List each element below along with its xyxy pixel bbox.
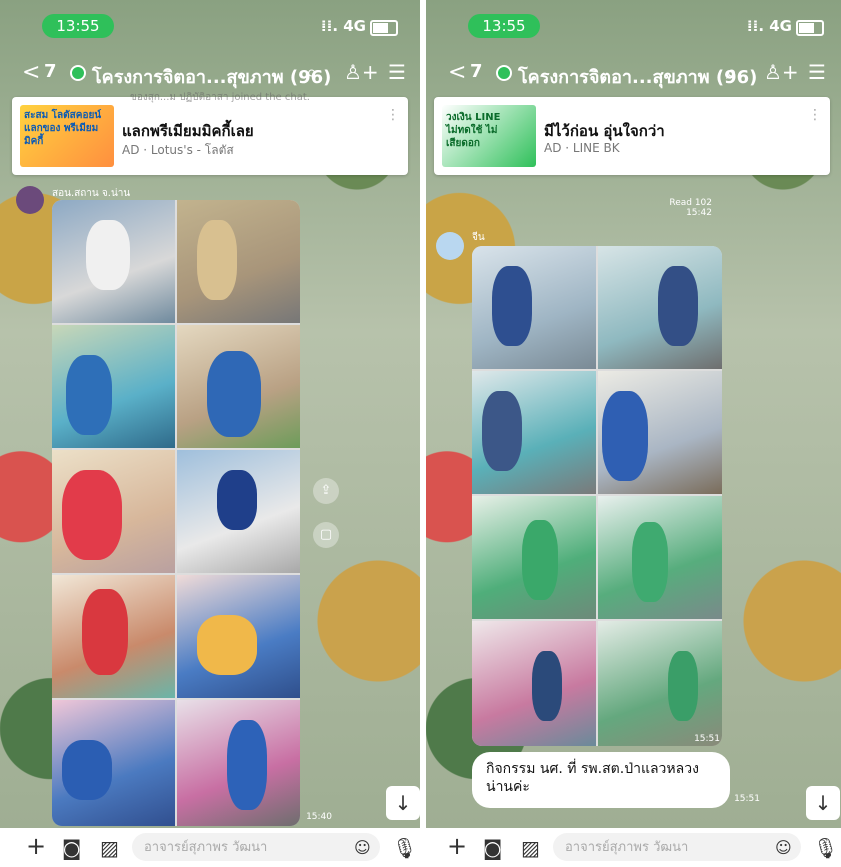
photo-2[interactable] bbox=[598, 246, 722, 369]
chat-header: < 7 โครงการจิตอา...สุขภาพ (96) ⌕ ♙+ ☰ bbox=[0, 58, 420, 90]
more-options-icon[interactable]: ⋮ bbox=[386, 107, 400, 123]
group-icon bbox=[496, 65, 512, 81]
photo-9[interactable] bbox=[52, 700, 175, 826]
photo-8[interactable] bbox=[177, 575, 300, 698]
ad-banner[interactable]: วงเงิน LINE ไม่ทดใช้ ไม่เสียดอก มีไว้ก่อ… bbox=[434, 97, 830, 175]
ad-image-text: สะสม โลตัสคอยน์ แลกของ พรีเมียมมิคกี้ bbox=[24, 110, 102, 147]
more-options-icon[interactable]: ⋮ bbox=[808, 107, 822, 123]
camera-icon[interactable]: ◙ bbox=[483, 836, 502, 860]
menu-icon[interactable]: ☰ bbox=[808, 60, 826, 84]
right-input-bar: + ◙ ▨ ☺ 🎙 bbox=[421, 828, 841, 867]
image-icon[interactable]: ▨ bbox=[100, 836, 119, 860]
message-time: 15:40 bbox=[306, 812, 332, 822]
message-time: 15:51 bbox=[734, 794, 760, 804]
share-icon[interactable]: ⇪ bbox=[313, 478, 339, 504]
photo-1[interactable] bbox=[52, 200, 175, 323]
ad-title: แลกพรีเมียมมิคกี้เลย bbox=[122, 122, 254, 140]
add-friend-icon[interactable]: ♙+ bbox=[344, 60, 379, 84]
left-input-bar: + ◙ ▨ ☺ 🎙 bbox=[0, 828, 420, 867]
signal-icon: ⁞⁞. 4G bbox=[746, 17, 792, 35]
sender-avatar[interactable] bbox=[436, 232, 464, 260]
chat-title[interactable]: โครงการจิตอา...สุขภาพ (96) bbox=[518, 62, 757, 91]
message-bubble[interactable]: กิจกรรม นศ. ที่ รพ.สต.ป่าแลวหลวง น่านค่ะ bbox=[472, 752, 730, 808]
sender-name: จีน bbox=[472, 232, 485, 243]
back-icon[interactable]: < bbox=[22, 58, 40, 88]
photo-grid bbox=[472, 246, 722, 746]
sender-name: สอน.สถาน จ.น่าน bbox=[52, 188, 131, 199]
ad-image: สะสม โลตัสคอยน์ แลกของ พรีเมียมมิคกี้ bbox=[20, 105, 114, 167]
unread-count[interactable]: 7 bbox=[470, 61, 483, 82]
chat-header: < 7 โครงการจิตอา...สุขภาพ (96) ⌕ ♙+ ☰ bbox=[426, 58, 841, 90]
photo-5[interactable] bbox=[472, 496, 596, 619]
photo-5[interactable] bbox=[52, 450, 175, 573]
unread-count[interactable]: 7 bbox=[44, 61, 57, 82]
ad-banner[interactable]: สะสม โลตัสคอยน์ แลกของ พรีเมียมมิคกี้ แล… bbox=[12, 97, 408, 175]
status-bar: 13:55 ⁞⁞. 4G bbox=[426, 12, 841, 40]
network-type: 4G bbox=[343, 17, 366, 35]
sender-avatar[interactable] bbox=[16, 186, 44, 214]
microphone-icon[interactable]: 🎙 bbox=[813, 836, 838, 860]
scroll-down-button[interactable]: ↓ bbox=[806, 786, 840, 820]
battery-icon bbox=[796, 20, 824, 36]
status-time: 13:55 bbox=[468, 14, 540, 38]
system-message: ของสุก...ม ปฏิบัติอาสา joined the chat. bbox=[130, 92, 310, 103]
photo-grid bbox=[52, 200, 300, 826]
ad-subtitle: AD · LINE BK bbox=[544, 141, 620, 155]
ad-title: มีไว้ก่อน อุ่นใจกว่า bbox=[544, 122, 665, 140]
ad-image-text: วงเงิน LINE ไม่ทดใช้ ไม่เสียดอก bbox=[446, 112, 501, 149]
read-time: 15:42 bbox=[686, 208, 712, 218]
microphone-icon[interactable]: 🎙 bbox=[392, 836, 417, 860]
photo-3[interactable] bbox=[472, 371, 596, 494]
left-chat-screen: 13:55 ⁞⁞. 4G < 7 โครงการจิตอา...สุขภาพ (… bbox=[0, 0, 420, 828]
back-icon[interactable]: < bbox=[448, 58, 466, 88]
message-input[interactable] bbox=[553, 833, 801, 861]
right-chat-screen: 13:55 ⁞⁞. 4G < 7 โครงการจิตอา...สุขภาพ (… bbox=[426, 0, 841, 828]
image-icon[interactable]: ▨ bbox=[521, 836, 540, 860]
search-icon[interactable]: ⌕ bbox=[306, 60, 317, 84]
ad-subtitle: AD · Lotus's - โลตัส bbox=[122, 143, 234, 157]
signal-icon: ⁞⁞. 4G bbox=[320, 17, 366, 35]
read-status: Read 102 15:42 bbox=[646, 198, 712, 218]
network-type: 4G bbox=[769, 17, 792, 35]
camera-icon[interactable]: ◙ bbox=[62, 836, 81, 860]
photo-4[interactable] bbox=[598, 371, 722, 494]
ad-image: วงเงิน LINE ไม่ทดใช้ ไม่เสียดอก bbox=[442, 105, 536, 167]
photo-time: 15:51 bbox=[694, 734, 720, 744]
message-input[interactable] bbox=[132, 833, 380, 861]
chat-title[interactable]: โครงการจิตอา...สุขภาพ (96) bbox=[92, 62, 331, 91]
scroll-down-button[interactable]: ↓ bbox=[386, 786, 420, 820]
photo-7[interactable] bbox=[52, 575, 175, 698]
photo-6[interactable] bbox=[598, 496, 722, 619]
battery-icon bbox=[370, 20, 398, 36]
photo-10[interactable] bbox=[177, 700, 300, 826]
photo-3[interactable] bbox=[52, 325, 175, 448]
photo-7[interactable] bbox=[472, 621, 596, 746]
emoji-icon[interactable]: ☺ bbox=[354, 838, 371, 857]
save-icon[interactable]: ▢ bbox=[313, 522, 339, 548]
emoji-icon[interactable]: ☺ bbox=[775, 838, 792, 857]
menu-icon[interactable]: ☰ bbox=[388, 60, 406, 84]
group-icon bbox=[70, 65, 86, 81]
photo-4[interactable] bbox=[177, 325, 300, 448]
read-count: Read 102 bbox=[669, 198, 712, 208]
plus-icon[interactable]: + bbox=[447, 832, 467, 860]
photo-6[interactable] bbox=[177, 450, 300, 573]
photo-8[interactable] bbox=[598, 621, 722, 746]
plus-icon[interactable]: + bbox=[26, 832, 46, 860]
search-icon[interactable]: ⌕ bbox=[726, 60, 737, 84]
photo-1[interactable] bbox=[472, 246, 596, 369]
status-bar: 13:55 ⁞⁞. 4G bbox=[0, 12, 420, 40]
photo-2[interactable] bbox=[177, 200, 300, 323]
status-time: 13:55 bbox=[42, 14, 114, 38]
add-friend-icon[interactable]: ♙+ bbox=[764, 60, 799, 84]
